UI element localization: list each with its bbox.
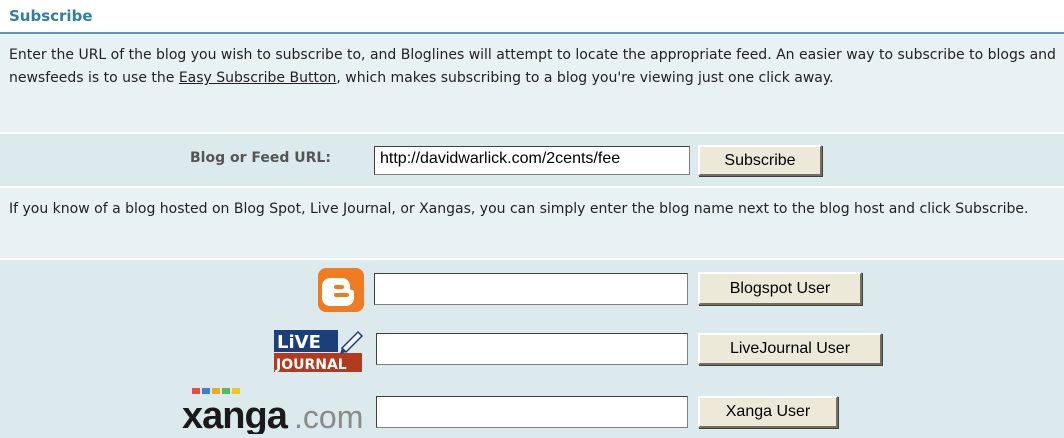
blogspot-user-input[interactable] <box>374 273 688 305</box>
xanga-user-input[interactable] <box>376 396 688 428</box>
xanga-logo-tld: .com <box>294 399 363 434</box>
easy-subscribe-link[interactable]: Easy Subscribe Button <box>179 70 337 86</box>
subscribe-button[interactable]: Subscribe <box>698 145 822 176</box>
section-title: Subscribe <box>9 7 93 25</box>
hosts-intro-text: If you know of a blog hosted on Blog Spo… <box>9 201 1029 217</box>
livejournal-logo-line1: LiVE <box>277 332 321 353</box>
livejournal-user-input[interactable] <box>376 333 688 365</box>
livejournal-logo-line2: JOURNAL <box>275 357 347 373</box>
xanga-logo-icon: xanga .com <box>182 388 372 437</box>
xanga-logo-brand: xanga <box>182 395 289 434</box>
intro-text-after: , which makes subscribing to a blog you'… <box>336 70 834 86</box>
blogger-logo-icon <box>318 268 364 312</box>
livejournal-logo-icon: LiVE JOURNAL <box>272 328 364 374</box>
feed-url-label: Blog or Feed URL: <box>190 150 331 166</box>
feed-url-input[interactable]: http://davidwarlick.com/2cents/fee <box>374 146 690 175</box>
blogspot-user-button[interactable]: Blogspot User <box>698 272 862 305</box>
xanga-user-button[interactable]: Xanga User <box>698 396 838 428</box>
intro-text: Enter the URL of the blog you wish to su… <box>9 44 1059 90</box>
livejournal-user-button[interactable]: LiveJournal User <box>698 333 882 365</box>
